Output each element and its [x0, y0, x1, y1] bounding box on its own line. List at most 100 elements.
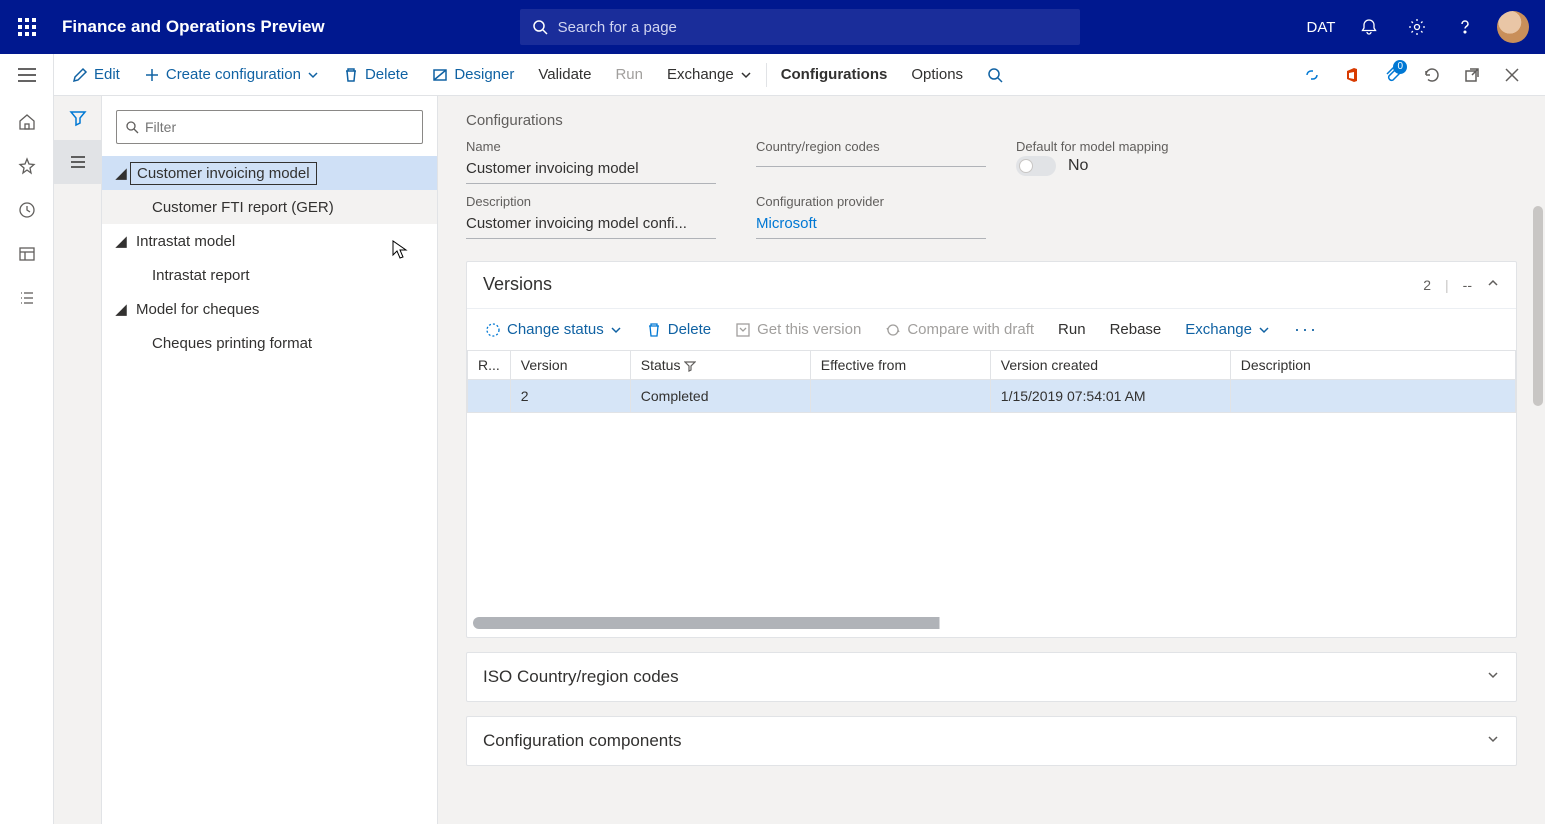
delete-label: Delete: [365, 66, 408, 83]
run-label: Run: [615, 66, 643, 83]
download-icon: [735, 322, 751, 338]
search-icon: [532, 19, 548, 35]
options-tab[interactable]: Options: [899, 54, 975, 95]
caret-icon[interactable]: ◢: [112, 300, 130, 318]
chevron-down-icon: [1258, 324, 1270, 336]
help-icon[interactable]: [1443, 0, 1487, 54]
designer-icon: [432, 67, 448, 83]
country-value[interactable]: [756, 156, 986, 167]
filter-icon[interactable]: [54, 96, 102, 140]
versions-title: Versions: [483, 274, 552, 295]
create-config-button[interactable]: Create configuration: [132, 54, 331, 95]
attachments-icon[interactable]: 0: [1373, 54, 1411, 96]
default-mapping-label: Default for model mapping: [1016, 139, 1168, 154]
col-created[interactable]: Version created: [990, 351, 1230, 380]
refresh-icon[interactable]: [1413, 54, 1451, 96]
chevron-down-icon: [1486, 732, 1500, 746]
change-status-button[interactable]: Change status: [475, 315, 632, 344]
tree-label: Customer FTI report (GER): [146, 197, 340, 218]
col-effective[interactable]: Effective from: [810, 351, 990, 380]
chevron-down-icon: [740, 69, 752, 81]
app-launcher-icon[interactable]: [10, 18, 44, 36]
chevron-down-icon: [610, 324, 622, 336]
col-version[interactable]: Version: [510, 351, 630, 380]
horizontal-scrollbar[interactable]: [473, 617, 1510, 629]
cell-description: [1230, 380, 1515, 413]
version-exchange-button[interactable]: Exchange: [1175, 315, 1280, 344]
favorites-icon[interactable]: [7, 146, 47, 186]
iso-section[interactable]: ISO Country/region codes: [466, 652, 1517, 702]
desc-label: Description: [466, 194, 716, 209]
components-section[interactable]: Configuration components: [466, 716, 1517, 766]
edit-button[interactable]: Edit: [60, 54, 132, 95]
avatar[interactable]: [1497, 11, 1529, 43]
name-label: Name: [466, 139, 716, 154]
designer-button[interactable]: Designer: [420, 54, 526, 95]
version-delete-button[interactable]: Delete: [636, 315, 721, 344]
versions-table-wrap[interactable]: R... Version Status Effective from Versi…: [467, 350, 1516, 613]
col-status[interactable]: Status: [630, 351, 810, 380]
country-label: Country/region codes: [756, 139, 976, 154]
office-icon[interactable]: [1333, 54, 1371, 96]
provider-label: Configuration provider: [756, 194, 976, 209]
filter-strip: [54, 96, 102, 824]
recent-icon[interactable]: [7, 190, 47, 230]
modules-icon[interactable]: [7, 278, 47, 318]
provider-value[interactable]: Microsoft: [756, 211, 986, 239]
workspaces-icon[interactable]: [7, 234, 47, 274]
search-box[interactable]: [520, 9, 1080, 45]
nav-toggle-button[interactable]: [0, 54, 54, 96]
filter-input[interactable]: [145, 119, 414, 135]
tree-item-cheques-model[interactable]: ◢ Model for cheques: [102, 292, 437, 326]
caret-icon[interactable]: ◢: [112, 164, 130, 182]
tree-item-intrastat-model[interactable]: ◢ Intrastat model: [102, 224, 437, 258]
close-icon[interactable]: [1493, 54, 1531, 96]
home-icon[interactable]: [7, 102, 47, 142]
tree-pane: ◢ Customer invoicing model Customer FTI …: [102, 96, 438, 824]
get-version-button: Get this version: [725, 315, 871, 344]
chevron-down-icon: [307, 69, 319, 81]
gear-icon[interactable]: [1395, 0, 1439, 54]
tree-item-customer-fti[interactable]: Customer FTI report (GER): [102, 190, 437, 224]
versions-count: 2: [1423, 277, 1431, 293]
run-button: Run: [603, 54, 655, 95]
chevron-up-icon[interactable]: [1486, 276, 1500, 293]
components-title: Configuration components: [483, 731, 681, 751]
caret-icon[interactable]: ◢: [112, 232, 130, 250]
col-description[interactable]: Description: [1230, 351, 1515, 380]
more-actions-icon[interactable]: ···: [1284, 313, 1328, 346]
versions-dash: --: [1463, 277, 1472, 293]
compare-icon: [885, 322, 901, 338]
col-r[interactable]: R...: [468, 351, 511, 380]
configurations-tab[interactable]: Configurations: [769, 54, 900, 95]
popout-icon[interactable]: [1453, 54, 1491, 96]
tree-item-cheques-format[interactable]: Cheques printing format: [102, 326, 437, 360]
desc-value[interactable]: Customer invoicing model confi...: [466, 211, 716, 239]
notifications-icon[interactable]: [1347, 0, 1391, 54]
delete-button[interactable]: Delete: [331, 54, 420, 95]
version-run-button[interactable]: Run: [1048, 315, 1096, 344]
designer-label: Designer: [454, 66, 514, 83]
rebase-button[interactable]: Rebase: [1100, 315, 1172, 344]
compare-button: Compare with draft: [875, 315, 1044, 344]
configurations-label: Configurations: [781, 66, 888, 83]
link-icon[interactable]: [1293, 54, 1331, 96]
tree-item-customer-invoicing[interactable]: ◢ Customer invoicing model: [102, 156, 437, 190]
list-tree-icon[interactable]: [54, 140, 102, 184]
create-label: Create configuration: [166, 66, 301, 83]
search-input[interactable]: [558, 19, 1068, 36]
attachments-badge: 0: [1393, 60, 1407, 74]
filter-box[interactable]: [116, 110, 423, 144]
exchange-button[interactable]: Exchange: [655, 54, 764, 95]
default-mapping-toggle[interactable]: [1016, 156, 1056, 176]
validate-button[interactable]: Validate: [526, 54, 603, 95]
pencil-icon: [72, 67, 88, 83]
default-mapping-value: No: [1068, 157, 1088, 175]
company-picker[interactable]: DAT: [1299, 0, 1343, 54]
table-row[interactable]: 2 Completed 1/15/2019 07:54:01 AM: [468, 380, 1516, 413]
tree-item-intrastat-report[interactable]: Intrastat report: [102, 258, 437, 292]
vertical-scrollbar[interactable]: [1533, 206, 1543, 406]
find-button[interactable]: [975, 54, 1015, 95]
filter-icon: [684, 360, 696, 372]
name-value[interactable]: Customer invoicing model: [466, 156, 716, 184]
